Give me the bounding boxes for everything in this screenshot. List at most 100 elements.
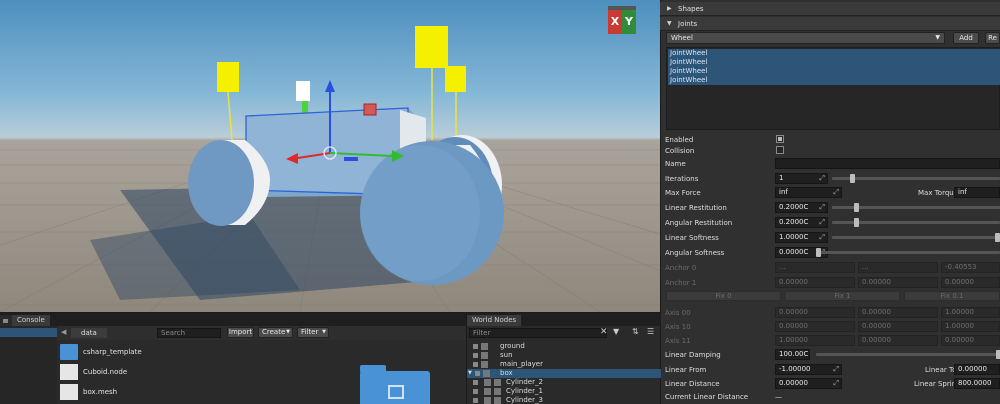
current-linear-distance-label: Current Linear Distance <box>665 393 749 401</box>
joints-section-header[interactable]: ▼ Joints <box>660 17 1000 31</box>
create-label: Create <box>262 328 286 336</box>
file-item[interactable]: csharp_template <box>60 344 160 362</box>
linear-distance-value: 0.00000 <box>779 379 808 387</box>
joint-type-dropdown[interactable]: Wheel ▼ <box>666 32 945 44</box>
axis-x-face[interactable]: X <box>608 10 622 34</box>
linear-to-input[interactable]: 0.00000 <box>954 364 1000 375</box>
max-force-input[interactable]: inf ⤢ <box>775 187 842 198</box>
file-item[interactable]: box.mesh <box>60 384 160 402</box>
slider-knob[interactable] <box>995 233 1000 242</box>
angular-restitution-value: 0.2000C <box>779 218 809 226</box>
linear-damping-input[interactable]: 100.00C <box>775 349 810 360</box>
sort-icon[interactable]: ⇅ <box>632 327 639 336</box>
drag-arrows-icon[interactable]: ⤢ <box>819 233 825 242</box>
path-breadcrumb[interactable]: data <box>71 328 107 338</box>
visibility-toggle-icon[interactable] <box>473 344 478 349</box>
anchor1-label: Anchor 1 <box>665 279 697 287</box>
view-orientation-cube[interactable]: X Y <box>606 6 638 36</box>
drag-arrows-icon[interactable]: ⤢ <box>833 188 839 197</box>
enabled-checkbox[interactable] <box>776 135 784 143</box>
tree-options-icon[interactable]: ☰ <box>647 327 654 336</box>
linear-spring-input[interactable]: 800.0000 <box>954 378 1000 389</box>
drag-arrows-icon[interactable]: ⤢ <box>819 218 825 227</box>
expand-arrow-icon[interactable]: ▼ <box>468 369 472 378</box>
collision-checkbox[interactable] <box>776 146 784 154</box>
angular-softness-slider[interactable] <box>816 248 1000 257</box>
asset-search-input[interactable]: Search <box>157 328 221 338</box>
node-row-cylinder-1[interactable]: Cylinder_1 <box>467 387 661 396</box>
linear-restitution-value: 0.2000C <box>779 203 809 211</box>
linear-damping-slider[interactable] <box>816 350 1000 359</box>
max-torque-input[interactable]: inf <box>954 187 1000 198</box>
max-force-value: inf <box>779 188 788 196</box>
joint-list[interactable]: JointWheel JointWheel JointWheel JointWh… <box>666 47 1000 130</box>
node-row-ground[interactable]: ground <box>467 342 661 351</box>
folder-tree[interactable] <box>0 326 57 404</box>
visibility-toggle-icon[interactable] <box>473 398 478 403</box>
linear-restitution-input[interactable]: 0.2000C ⤢ <box>775 202 828 213</box>
linear-restitution-slider[interactable] <box>832 203 1000 212</box>
joint-list-item[interactable]: JointWheel <box>668 58 1000 67</box>
import-button[interactable]: Import <box>227 327 254 338</box>
filter-dropdown[interactable]: Filter ▼ <box>297 327 329 338</box>
drag-arrows-icon[interactable]: ⤢ <box>819 174 825 183</box>
iterations-slider[interactable] <box>832 174 1000 183</box>
slider-knob[interactable] <box>996 350 1000 359</box>
node-row-box[interactable]: ▼ box <box>467 369 661 378</box>
remove-joint-button[interactable]: Re <box>985 32 1000 44</box>
anchor0-label: Anchor 0 <box>665 264 697 272</box>
joint-list-item[interactable]: JointWheel <box>668 76 1000 85</box>
node-row-sun[interactable]: sun <box>467 351 661 360</box>
drag-arrows-icon[interactable]: ⤢ <box>819 203 825 212</box>
angular-restitution-input[interactable]: 0.2000C ⤢ <box>775 217 828 228</box>
linear-softness-input[interactable]: 1.0000C ⤢ <box>775 232 828 243</box>
angular-restitution-slider[interactable] <box>832 218 1000 227</box>
panel-menu-icon[interactable] <box>0 315 12 326</box>
axis00-y-input: 0.00000 <box>858 307 938 318</box>
filter-funnel-icon[interactable]: ▼ <box>613 327 619 336</box>
node-row-main-player[interactable]: main_player <box>467 360 661 369</box>
create-dropdown[interactable]: Create ▼ <box>258 327 293 338</box>
joint-list-item[interactable]: JointWheel <box>668 49 1000 58</box>
home-glyph-icon <box>388 385 404 399</box>
visibility-toggle-icon[interactable] <box>473 389 478 394</box>
axis00-z-input: 1.00000 <box>941 307 1000 318</box>
drag-arrows-icon[interactable]: ⤢ <box>833 365 839 374</box>
current-linear-distance-value: — <box>775 393 782 401</box>
name-input[interactable] <box>775 158 1000 169</box>
visibility-toggle-icon[interactable] <box>473 362 478 367</box>
slider-knob[interactable] <box>816 248 821 257</box>
linear-from-input[interactable]: -1.00000 ⤢ <box>775 364 842 375</box>
file-name: Cuboid.node <box>83 368 128 376</box>
visibility-toggle-icon[interactable] <box>475 371 480 376</box>
shapes-section-header[interactable]: ▶ Shapes <box>660 2 1000 16</box>
node-filter-input[interactable]: Filter <box>469 328 607 338</box>
slider-knob[interactable] <box>854 218 859 227</box>
axis-y-face[interactable]: Y <box>622 10 636 34</box>
tab-console[interactable]: Console <box>12 315 50 326</box>
file-item[interactable]: Cuboid.node <box>60 364 160 382</box>
axis00-x-input: 0.00000 <box>775 307 855 318</box>
axis11-label: Axis 11 <box>665 337 691 345</box>
visibility-toggle-icon[interactable] <box>473 353 478 358</box>
visibility-toggle-icon[interactable] <box>473 380 478 385</box>
scene-viewport[interactable]: X Y <box>0 0 660 312</box>
drag-arrows-icon[interactable]: ⤢ <box>833 379 839 388</box>
folder-tree-selected-item[interactable] <box>0 328 57 337</box>
add-joint-button[interactable]: Add <box>953 32 979 44</box>
tab-world-nodes[interactable]: World Nodes <box>467 315 522 326</box>
iterations-input[interactable]: 1 ⤢ <box>775 173 828 184</box>
linear-distance-input[interactable]: 0.00000 ⤢ <box>775 378 842 389</box>
iterations-value: 1 <box>779 174 784 182</box>
slider-knob[interactable] <box>850 174 855 183</box>
node-row-cylinder-2[interactable]: Cylinder_2 <box>467 378 661 387</box>
angular-softness-value: 0.0000C <box>779 248 809 256</box>
linear-distance-label: Linear Distance <box>665 380 720 388</box>
back-arrow-icon[interactable]: ◀ <box>61 328 66 336</box>
large-folder-preview-icon <box>360 365 430 404</box>
node-row-cylinder-3[interactable]: Cylinder_3 <box>467 396 661 404</box>
linear-softness-slider[interactable] <box>832 233 1000 242</box>
slider-knob[interactable] <box>854 203 859 212</box>
clear-filter-icon[interactable]: ✕ <box>600 327 608 337</box>
joint-list-item[interactable]: JointWheel <box>668 67 1000 76</box>
